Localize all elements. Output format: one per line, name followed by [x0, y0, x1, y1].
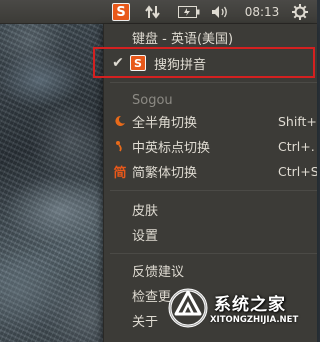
- menu-item-punctuation[interactable]: 中英标点切换 Ctrl+.: [104, 134, 317, 158]
- watermark-logo-icon: [168, 288, 208, 328]
- menu-item-label: 关于: [132, 314, 159, 330]
- menu-item-simplified-traditional[interactable]: 简 简繁体切换 Ctrl+S: [104, 159, 317, 183]
- moon-icon: [112, 111, 128, 131]
- menu-item-label: 全半角切换: [132, 115, 198, 131]
- gear-icon[interactable]: [289, 0, 311, 24]
- watermark-subtitle: XITONGZHIJIA.NET: [210, 315, 299, 325]
- menu-item-sogou-pinyin[interactable]: ✔ S 搜狗拼音: [104, 51, 317, 75]
- site-watermark: 系统之家 XITONGZHIJIA.NET: [166, 284, 317, 342]
- top-panel: S 08:13: [0, 0, 317, 24]
- menu-separator: [110, 82, 317, 83]
- menu-item-full-half-width[interactable]: 全半角切换 Shift+: [104, 109, 317, 133]
- sogou-logo-icon: S: [112, 3, 130, 21]
- checkmark-icon: ✔: [112, 55, 124, 71]
- menu-item-label: 搜狗拼音: [154, 57, 207, 73]
- network-icon[interactable]: [142, 0, 164, 24]
- menu-separator: [110, 253, 317, 254]
- menu-item-label: 键盘 - 英语(美国): [132, 31, 234, 47]
- menu-item-skin[interactable]: 皮肤: [104, 197, 317, 221]
- clock[interactable]: 08:13: [241, 0, 283, 24]
- menu-item-label: 简繁体切换: [132, 165, 198, 181]
- punctuation-icon: [112, 136, 128, 156]
- battery-icon[interactable]: [176, 0, 202, 24]
- menu-item-label: 皮肤: [132, 203, 159, 219]
- menu-item-feedback[interactable]: 反馈建议: [104, 258, 317, 282]
- simplified-icon: 简: [113, 165, 127, 181]
- watermark-title: 系统之家: [214, 295, 286, 315]
- sogou-icon-letter: S: [130, 55, 146, 71]
- menu-separator: [110, 190, 317, 191]
- section-title: Sogou: [132, 92, 173, 108]
- shortcut-label: Ctrl+S: [278, 163, 317, 179]
- volume-icon[interactable]: [209, 0, 233, 24]
- shortcut-label: Shift+: [278, 113, 317, 129]
- menu-item-keyboard[interactable]: 键盘 - 英语(美国): [104, 25, 317, 49]
- menu-item-settings[interactable]: 设置: [104, 222, 317, 246]
- menu-item-label: 反馈建议: [132, 264, 185, 280]
- menu-item-label: 中英标点切换: [132, 140, 211, 156]
- sogou-icon: S: [130, 53, 146, 73]
- sogou-tray-icon[interactable]: S: [110, 0, 132, 24]
- shortcut-label: Ctrl+.: [278, 138, 315, 154]
- menu-item-label: 设置: [132, 228, 159, 244]
